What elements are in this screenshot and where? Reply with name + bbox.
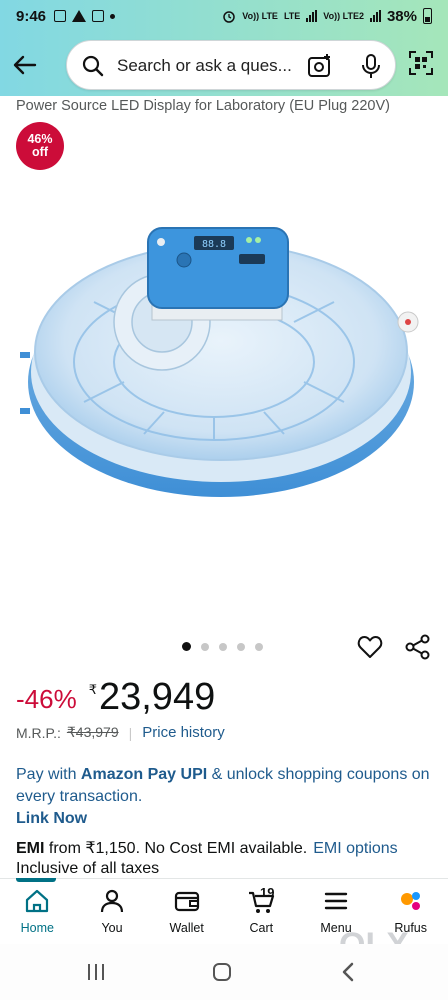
price-discount: -46% <box>16 684 77 714</box>
system-back-icon[interactable] <box>340 962 356 982</box>
carousel-dot-4[interactable] <box>237 642 245 651</box>
pay-prefix: Pay with <box>16 766 81 783</box>
share-icon[interactable] <box>405 634 431 660</box>
price-row: -46% ₹ 23,949 <box>16 676 215 719</box>
discount-badge: 46% off <box>16 122 64 170</box>
signal-icon <box>306 10 318 22</box>
carousel-dot-2[interactable] <box>201 642 209 651</box>
notification-icons <box>54 10 116 22</box>
mrp-label: M.R.P.: <box>16 724 61 741</box>
search-row: Search or ask a ques... <box>0 38 448 92</box>
network-label-2: LTE <box>283 10 301 21</box>
qr-scan-icon[interactable] <box>408 50 434 76</box>
discount-badge-off: off <box>32 145 48 159</box>
search-icon <box>82 55 104 77</box>
price-history-link[interactable]: Price history <box>142 724 225 741</box>
notification-dot-icon <box>110 13 116 19</box>
nav-cart-label: Cart <box>249 921 274 935</box>
network-label-1: Vo)) LTE <box>242 10 278 21</box>
carousel-dot-1[interactable] <box>182 642 191 651</box>
rufus-icon <box>400 892 420 910</box>
check-icon <box>92 10 105 22</box>
system-navigation-bar <box>0 944 448 1000</box>
nav-wallet[interactable]: Wallet <box>149 879 224 944</box>
nav-cart[interactable]: 19 Cart <box>224 879 299 944</box>
nav-wallet-label: Wallet <box>169 921 204 935</box>
emi-label: EMI <box>16 840 45 857</box>
mrp-row: M.R.P.: ₹43,979 | Price history <box>16 724 225 741</box>
image-carousel-dots[interactable] <box>182 642 263 651</box>
back-arrow-icon[interactable] <box>10 50 40 80</box>
camera-search-icon[interactable] <box>307 53 333 79</box>
network-label-3: Vo)) LTE2 <box>323 10 364 21</box>
emi-row: EMI from ₹1,150. No Cost EMI available. E… <box>16 838 398 858</box>
recent-apps-icon[interactable] <box>88 964 106 982</box>
home-icon <box>26 889 49 913</box>
user-icon <box>100 889 124 913</box>
carousel-dot-5[interactable] <box>255 642 263 651</box>
wishlist-heart-icon[interactable] <box>357 634 383 660</box>
search-input[interactable]: Search or ask a ques... <box>66 40 396 90</box>
carousel-dot-3[interactable] <box>219 642 227 651</box>
home-button-icon[interactable] <box>213 963 231 981</box>
search-placeholder: Search or ask a ques... <box>117 56 292 75</box>
battery-percent: 38% <box>386 7 417 25</box>
emi-text: from ₹1,150. No Cost EMI available. <box>44 840 308 857</box>
status-time: 9:46 <box>16 7 47 25</box>
amazon-pay-offer[interactable]: Pay with Amazon Pay UPI & unlock shoppin… <box>16 764 436 830</box>
menu-icon <box>324 892 348 910</box>
alarm-icon <box>223 11 236 23</box>
product-image[interactable]: 88.8 <box>14 212 428 512</box>
gallery-icon <box>54 10 67 22</box>
svg-text:88.8: 88.8 <box>202 239 226 250</box>
microphone-icon[interactable] <box>359 53 383 79</box>
product-title[interactable]: Power Source LED Display for Laboratory … <box>16 98 390 114</box>
nav-active-indicator <box>16 878 56 882</box>
price-value: 23,949 <box>98 676 216 718</box>
mrp-value: ₹43,979 <box>66 724 119 740</box>
pay-brand: Amazon Pay UPI <box>80 766 208 783</box>
alert-icon <box>72 10 87 22</box>
taxes-note: Inclusive of all taxes <box>16 860 160 877</box>
cart-count-badge: 19 <box>260 885 275 900</box>
wallet-icon <box>174 891 199 912</box>
currency-symbol: ₹ <box>88 682 97 697</box>
emi-options-link[interactable]: EMI options <box>313 840 397 857</box>
mrp-separator: | <box>128 724 133 741</box>
nav-home[interactable]: Home <box>0 878 75 944</box>
status-right: Vo)) LTE LTE Vo)) LTE2 38% <box>222 8 432 25</box>
nav-you[interactable]: You <box>75 879 150 944</box>
battery-icon <box>423 8 432 24</box>
status-bar: 9:46 Vo)) LTE LTE Vo)) LTE2 38% <box>0 0 448 32</box>
nav-home-label: Home <box>20 921 54 935</box>
nav-you-label: You <box>101 921 123 935</box>
link-now-button[interactable]: Link Now <box>16 810 87 827</box>
signal-icon-2 <box>369 10 381 22</box>
